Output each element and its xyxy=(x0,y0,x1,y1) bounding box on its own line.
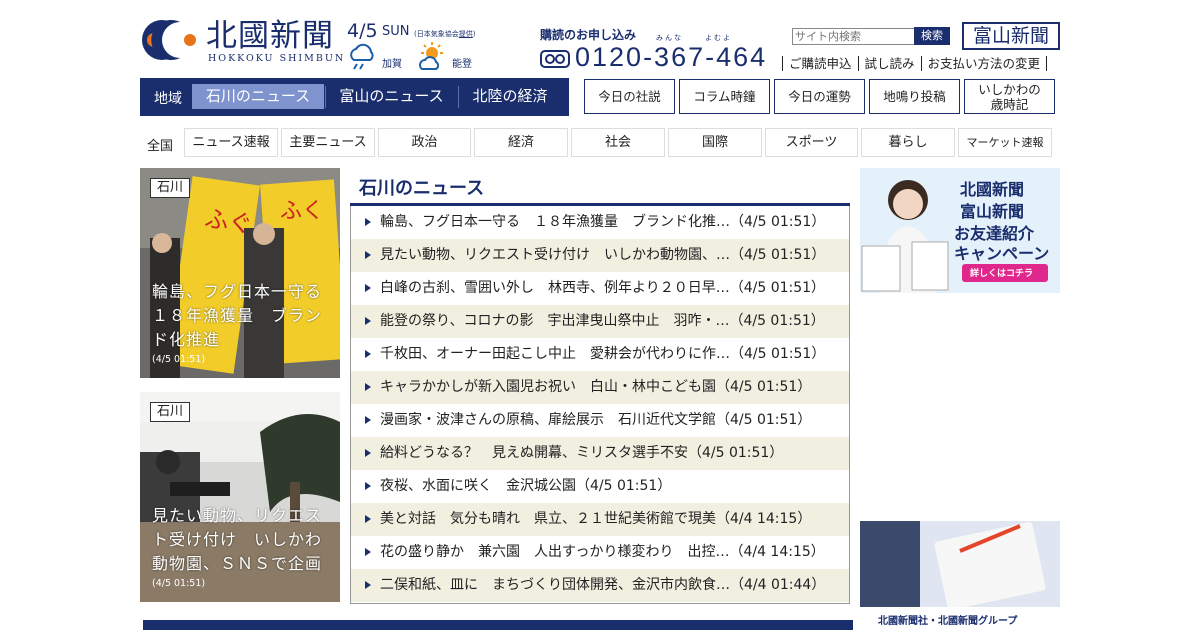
category-society[interactable]: 社会 xyxy=(571,128,665,157)
link-horoscope[interactable]: 今日の運勢 xyxy=(774,79,865,114)
category-living[interactable]: 暮らし xyxy=(861,128,955,157)
ad-title-toyama: 富山新聞 xyxy=(960,202,1025,221)
bullet-arrow-icon xyxy=(365,251,371,259)
category-market-news[interactable]: マーケット速報 xyxy=(958,128,1052,157)
bullet-arrow-icon xyxy=(365,317,371,325)
bullet-arrow-icon xyxy=(365,449,371,457)
region-tag: 石川 xyxy=(150,178,191,198)
news-item-text[interactable]: 花の盛り静か 兼六園 人出すっかり様変わり 出控…（4/4 14:15） xyxy=(380,536,825,569)
hokkoku-group-ad[interactable]: 北國新聞社・北國新聞グループ xyxy=(860,521,1060,630)
photo-story-time: (4/5 01:51) xyxy=(152,354,206,365)
bullet-arrow-icon xyxy=(365,350,371,358)
ad-headline-2: キャンペーン xyxy=(954,244,1050,263)
sun-cloud-icon xyxy=(419,42,443,70)
news-item-text[interactable]: 二俣和紙、皿に まちづくり団体開発、金沢市内飲食…（4/4 01:44） xyxy=(380,569,825,602)
category-all-label[interactable]: 全国 xyxy=(147,135,173,154)
news-item[interactable]: 夜桜、水面に咲く 金沢城公園（4/5 01:51） xyxy=(351,470,849,503)
news-item[interactable]: 輪島、フグ日本一守る １８年漁獲量 ブランド化推…（4/5 01:51） xyxy=(351,206,849,239)
news-item-text[interactable]: 白峰の古刹、雪囲い外し 林西寺、例年より２０日早…（4/5 01:51） xyxy=(380,272,825,305)
bullet-arrow-icon xyxy=(365,581,371,589)
subscribe-title: 購読のお申し込み xyxy=(540,28,637,42)
category-economy[interactable]: 経済 xyxy=(474,128,568,157)
ad-title-hokkoku: 北國新聞 xyxy=(960,180,1025,199)
news-item-text[interactable]: キャラかかしが新入園児お祝い 白山・林中こども園（4/5 01:51） xyxy=(380,371,811,404)
weather-credit-prefix: (日本気象協会 xyxy=(414,30,459,38)
news-list: 輪島、フグ日本一守る １８年漁獲量 ブランド化推…（4/5 01:51） 見たい… xyxy=(350,206,850,604)
news-item[interactable]: 二俣和紙、皿に まちづくり団体開発、金沢市内飲食…（4/4 01:44） xyxy=(351,569,849,602)
weather-area-kaga: 加賀 xyxy=(382,59,402,70)
site-search-input[interactable] xyxy=(792,28,916,45)
news-item-text[interactable]: 美と対話 気分も晴れ 県立、２１世紀美術館で現美（4/4 14:15） xyxy=(380,503,811,536)
category-breaking-news[interactable]: ニュース速報 xyxy=(184,128,278,157)
tab-toyama-news[interactable]: 富山のニュース xyxy=(326,84,457,109)
hokkoku-logo-mark[interactable] xyxy=(140,16,198,64)
photo-story-caption[interactable]: 見たい動物、リクエスト受け付け いしかわ動物園、ＳＮＳで企画 xyxy=(152,504,336,576)
news-item[interactable]: 花の盛り静か 兼六園 人出すっかり様変わり 出控…（4/4 14:15） xyxy=(351,536,849,569)
free-dial-icon xyxy=(540,50,570,68)
link-column-jisho[interactable]: コラム時鐘 xyxy=(679,79,770,114)
news-item-text[interactable]: 夜桜、水面に咲く 金沢城公園（4/5 01:51） xyxy=(380,470,671,503)
news-item-text[interactable]: 漫画家・波津さんの原稿、扉絵展示 石川近代文学館（4/5 01:51） xyxy=(380,404,811,437)
link-reader-posts[interactable]: 地鳴り投稿 xyxy=(869,79,960,114)
link-payment-change[interactable]: お支払い方法の変更 xyxy=(920,56,1048,71)
news-item-text[interactable]: 給料どうなる？ 見えぬ開幕、ミリスタ選手不安（4/5 01:51） xyxy=(380,437,783,470)
category-top-news[interactable]: 主要ニュース xyxy=(281,128,375,157)
friend-referral-campaign-ad[interactable]: 北國新聞 富山新聞 お友達紹介 キャンペーン 詳しくはコチラ xyxy=(860,168,1060,293)
news-item[interactable]: キャラかかしが新入園児お祝い 白山・林中こども園（4/5 01:51） xyxy=(351,371,849,404)
photo-story-caption[interactable]: 輪島、フグ日本一守る １８年漁獲量 ブランド化推進 xyxy=(152,280,338,352)
category-international[interactable]: 国際 xyxy=(668,128,762,157)
tab-ishikawa-news[interactable]: 石川のニュース xyxy=(192,84,324,109)
bullet-arrow-icon xyxy=(365,284,371,292)
current-day: SUN xyxy=(382,24,410,39)
news-item-text[interactable]: 能登の祭り、コロナの影 宇出津曳山祭中止 羽咋・…（4/5 01:51） xyxy=(380,305,825,338)
category-politics[interactable]: 政治 xyxy=(378,128,471,157)
site-logo-text[interactable]: 北國新聞 xyxy=(206,18,334,54)
group-ad-caption: 北國新聞社・北國新聞グループ xyxy=(878,616,1018,627)
region-label: 地域 xyxy=(154,91,182,107)
photo-story-time: (4/5 01:51) xyxy=(152,578,206,589)
bottom-banner[interactable] xyxy=(143,620,853,630)
current-date: 4/5 xyxy=(347,20,378,42)
subscription-links: ご購読申込 試し読み お支払い方法の変更 xyxy=(782,56,1048,71)
toyama-shimbun-logo[interactable]: 富山新聞 xyxy=(962,22,1060,50)
bullet-arrow-icon xyxy=(365,482,371,490)
svg-text:ふく: ふく xyxy=(280,199,324,224)
weather-area-noto: 能登 xyxy=(452,59,472,70)
link-editorial[interactable]: 今日の社説 xyxy=(584,79,675,114)
site-logo-english: HOKKOKU SHIMBUN xyxy=(208,53,346,64)
bullet-arrow-icon xyxy=(365,515,371,523)
region-tag: 石川 xyxy=(150,402,191,422)
bullet-arrow-icon xyxy=(365,383,371,391)
bullet-arrow-icon xyxy=(365,548,371,556)
news-item[interactable]: 漫画家・波津さんの原稿、扉絵展示 石川近代文学館（4/5 01:51） xyxy=(351,404,849,437)
bullet-arrow-icon xyxy=(365,218,371,226)
bullet-arrow-icon xyxy=(365,416,371,424)
link-trial[interactable]: 試し読み xyxy=(857,56,921,71)
weather-credit: (日本気象協会提供) xyxy=(414,29,475,39)
weather-credit-link[interactable]: 提供 xyxy=(459,30,473,38)
news-item[interactable]: 千枚田、オーナー田起こし中止 愛耕会が代わりに作…（4/5 01:51） xyxy=(351,338,849,371)
ad-details-button[interactable]: 詳しくはコチラ xyxy=(970,266,1033,279)
news-item-text[interactable]: 見たい動物、リクエスト受け付け いしかわ動物園、…（4/5 01:51） xyxy=(380,239,825,272)
news-item-text[interactable]: 輪島、フグ日本一守る １８年漁獲量 ブランド化推…（4/5 01:51） xyxy=(380,206,825,239)
cloud-rain-icon xyxy=(350,43,374,70)
tab-hokuriku-economy[interactable]: 北陸の経済 xyxy=(459,84,561,109)
news-item[interactable]: 美と対話 気分も晴れ 県立、２１世紀美術館で現美（4/4 14:15） xyxy=(351,503,849,536)
news-item[interactable]: 見たい動物、リクエスト受け付け いしかわ動物園、…（4/5 01:51） xyxy=(351,239,849,272)
link-ishikawa-almanac[interactable]: いしかわの 歳時記 xyxy=(964,79,1055,114)
weather-credit-suffix: ) xyxy=(472,30,476,38)
news-section-title: 石川のニュース xyxy=(359,178,485,199)
photo-story-card[interactable]: 石川 見たい動物、リクエスト受け付け いしかわ動物園、ＳＮＳで企画 (4/5 0… xyxy=(140,392,340,602)
subscribe-phone-number[interactable]: 0120-367-464 xyxy=(575,42,767,73)
photo-story-card[interactable]: ふぐ ふく 石川 輪島、フグ日本一守る １８年漁獲量 ブランド化推進 (4/5 … xyxy=(140,168,340,378)
news-item[interactable]: 給料どうなる？ 見えぬ開幕、ミリスタ選手不安（4/5 01:51） xyxy=(351,437,849,470)
search-button[interactable]: 検索 xyxy=(914,27,950,45)
category-sports[interactable]: スポーツ xyxy=(765,128,858,157)
news-item[interactable]: 白峰の古刹、雪囲い外し 林西寺、例年より２０日早…（4/5 01:51） xyxy=(351,272,849,305)
news-item-text[interactable]: 千枚田、オーナー田起こし中止 愛耕会が代わりに作…（4/5 01:51） xyxy=(380,338,825,371)
link-subscribe[interactable]: ご購読申込 xyxy=(782,56,858,71)
news-item[interactable]: 能登の祭り、コロナの影 宇出津曳山祭中止 羽咋・…（4/5 01:51） xyxy=(351,305,849,338)
